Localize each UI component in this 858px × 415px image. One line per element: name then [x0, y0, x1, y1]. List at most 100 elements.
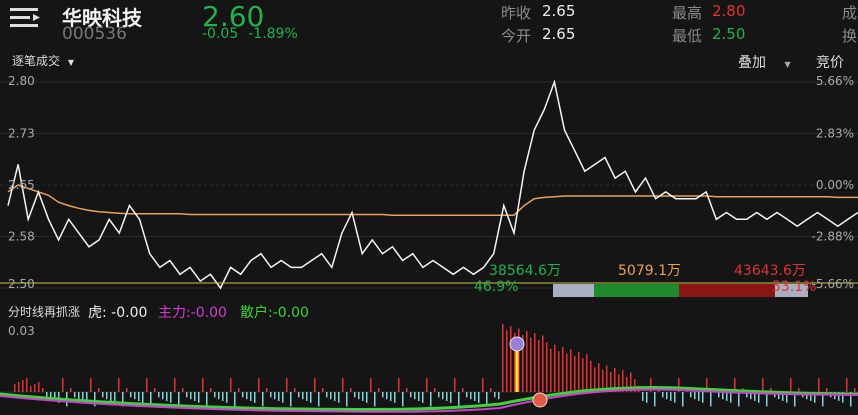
indicator-bar [578, 351, 580, 392]
trade-detail-tab[interactable]: 逐笔成交 ▼ [12, 52, 74, 69]
auction-button[interactable]: 竞价 [816, 52, 844, 72]
axis-labels: 2.80 2.73 2.65 2.58 2.50 5.66% 2.83% 0.00% -2.88… [8, 74, 854, 291]
indicator-bar [106, 392, 108, 400]
tiger-signal-icon[interactable] [509, 336, 525, 352]
indicator-bar [506, 330, 508, 392]
indicator-bar [230, 378, 232, 392]
tiger-readout: 虎: -0.00 [88, 302, 147, 322]
indicator-bar [302, 392, 304, 400]
main-force-readout: 主力:-0.00 [158, 302, 227, 322]
indicator-bar [666, 392, 668, 400]
indicator-bar [110, 392, 112, 401]
indicator-bar [402, 392, 404, 407]
indicator-bar [346, 392, 348, 407]
indicator-bar [254, 392, 256, 403]
indicator-bar [550, 348, 552, 392]
indicator-bar [250, 392, 252, 401]
indicator-bar [166, 392, 168, 401]
indicator-title[interactable]: 分时线再抓涨 [8, 303, 80, 320]
indicator-bar [310, 392, 312, 403]
percent-axis-label: 2.83% [816, 127, 854, 141]
turnover-label: 换 [842, 27, 858, 45]
indicator-bar [18, 382, 20, 392]
indicator-bar [546, 342, 548, 392]
indicator-bar [130, 392, 132, 398]
indicator-bar [422, 392, 424, 403]
stock-code: 000536 [62, 24, 127, 44]
indicator-bar [278, 392, 280, 401]
indicator-bar [262, 392, 264, 407]
indicator-bar [158, 392, 160, 398]
indicator-bar [510, 326, 512, 392]
volume-label: 成 [842, 4, 858, 22]
flow-green-pct: 46.9% [474, 279, 518, 295]
indicator-bar [210, 388, 212, 392]
indicator-bar [282, 392, 284, 403]
indicator-bar [234, 392, 236, 407]
indicator-bar [482, 378, 484, 392]
indicator-bar [190, 392, 192, 400]
indicator-bar [342, 378, 344, 392]
indicator-bar [594, 367, 596, 392]
indicator-bar [490, 388, 492, 392]
indicator-bar [298, 392, 300, 398]
indicator-bar [374, 392, 376, 407]
ball-signal-icon[interactable] [532, 392, 548, 408]
indicator-bar [646, 392, 648, 403]
indicator-bar [238, 388, 240, 392]
indicator-bar [382, 392, 384, 398]
indicator-bar [386, 392, 388, 400]
indicator-bar [38, 382, 40, 392]
flow-red-pct: 53.1% [772, 279, 816, 295]
indicator-bar [154, 388, 156, 392]
menu-icon[interactable] [10, 6, 42, 30]
flow-green-amount: 38564.6万 [489, 263, 561, 279]
indicator-bar [494, 392, 496, 398]
indicator-bar [446, 392, 448, 401]
indicator-bar [562, 346, 564, 392]
indicator-bar [162, 392, 164, 400]
open-label: 今开 [501, 27, 532, 45]
indicator-bar [134, 392, 136, 400]
prev-close-value: 2.65 [542, 2, 576, 20]
indicator-bar [726, 392, 728, 401]
indicator-bar [70, 388, 72, 392]
indicator-bar [458, 392, 460, 407]
price-axis-label: 2.80 [8, 74, 35, 88]
indicator-bar [798, 388, 800, 392]
indicator-bar [598, 363, 600, 392]
indicator-bar [470, 392, 472, 400]
indicator-bar [554, 344, 556, 392]
indicator-bar [698, 392, 700, 401]
indicator-bar [186, 392, 188, 398]
indicator-bar [662, 392, 664, 398]
indicator-bar [350, 388, 352, 392]
indicator-bar [358, 392, 360, 400]
indicator-bar [198, 392, 200, 403]
indicator-bar [538, 339, 540, 392]
indicator-bar [242, 392, 244, 398]
indicator-bar [582, 358, 584, 392]
percent-axis-label: -2.88% [812, 230, 854, 244]
high-value: 2.80 [712, 2, 746, 20]
low-label: 最低 [672, 27, 703, 45]
indicator-bar [642, 392, 644, 401]
indicator-bar [454, 378, 456, 392]
indicator-bar [738, 392, 740, 407]
indicator-chart[interactable] [0, 322, 858, 415]
tiger-value: -0.00 [111, 305, 148, 321]
low-value: 2.50 [712, 25, 746, 43]
indicator-bar [690, 392, 692, 398]
indicator-bar [26, 378, 28, 392]
indicator-bar [294, 388, 296, 392]
overlay-button[interactable]: 叠加 ▼ [738, 52, 791, 72]
retail-value: -0.00 [272, 305, 309, 321]
indicator-bar [498, 392, 500, 400]
indicator-bar [314, 378, 316, 392]
indicator-bar [566, 353, 568, 392]
indicator-bar [762, 378, 764, 392]
indicator-bar [438, 392, 440, 398]
price-change: -0.05 -1.89% [202, 26, 298, 42]
intraday-chart[interactable]: 2.80 2.73 2.65 2.58 2.50 5.66% 2.83% 0.00% -2.88… [0, 72, 858, 302]
indicator-bar [846, 378, 848, 392]
